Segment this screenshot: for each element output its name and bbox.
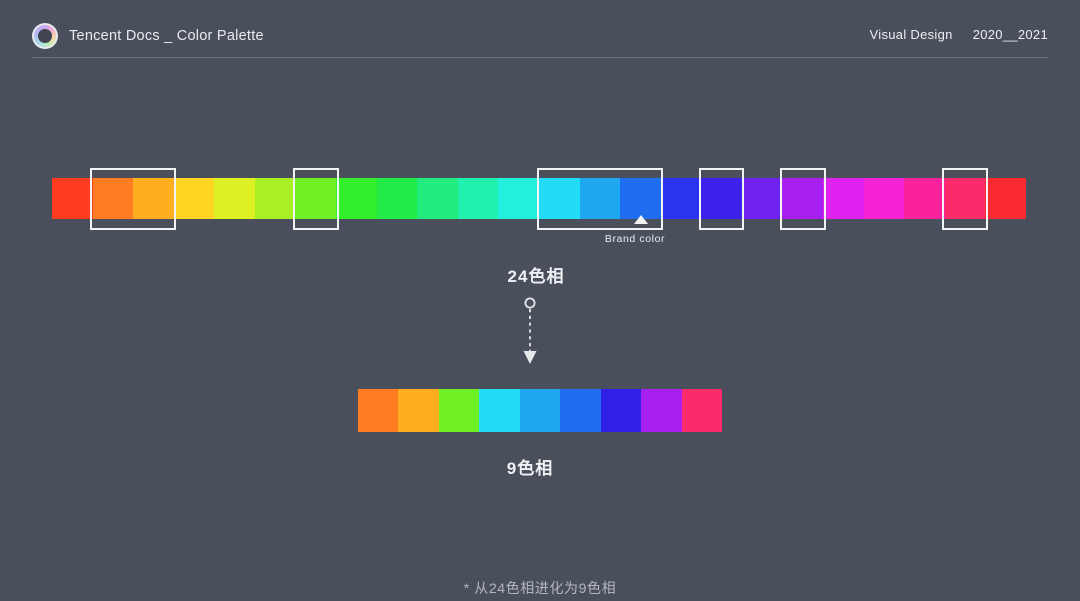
swatch-24-14[interactable] bbox=[620, 178, 661, 219]
brand-color-label: Brand color bbox=[604, 233, 666, 245]
swatch-24-12[interactable] bbox=[538, 178, 580, 219]
slide-canvas: Tencent Docs _ Color Palette Visual Desi… bbox=[0, 0, 1080, 601]
swatch-9-7[interactable] bbox=[641, 389, 682, 432]
swatch-24-7[interactable] bbox=[336, 178, 377, 219]
color-wheel-icon bbox=[32, 23, 58, 49]
swatch-24-11[interactable] bbox=[498, 178, 539, 219]
swatch-9-5[interactable] bbox=[560, 389, 601, 432]
header-meta: Visual Design 2020__2021 bbox=[870, 27, 1048, 42]
footnote-text: * 从24色相进化为9色相 bbox=[463, 580, 617, 596]
swatch-9-2[interactable] bbox=[438, 389, 480, 432]
swatch-24-13[interactable] bbox=[579, 178, 621, 219]
swatch-24-19[interactable] bbox=[822, 178, 864, 219]
department-label: Visual Design bbox=[869, 27, 953, 42]
swatch-24-16[interactable] bbox=[701, 178, 742, 219]
palette-24-bar bbox=[52, 178, 1026, 219]
swatch-24-20[interactable] bbox=[863, 178, 905, 219]
swatch-24-10[interactable] bbox=[457, 178, 499, 219]
slide-header: Tencent Docs _ Color Palette Visual Desi… bbox=[0, 0, 1080, 62]
palette-24-caption: 24色相 bbox=[507, 267, 565, 286]
swatch-24-21[interactable] bbox=[904, 178, 945, 219]
swatch-9-3[interactable] bbox=[479, 389, 520, 432]
swatch-9-8[interactable] bbox=[681, 389, 722, 432]
swatch-9-1[interactable] bbox=[398, 389, 439, 432]
swatch-24-15[interactable] bbox=[660, 178, 702, 219]
palette-9-caption: 9色相 bbox=[506, 459, 554, 478]
swatch-9-0[interactable] bbox=[358, 389, 399, 432]
swatch-9-6[interactable] bbox=[600, 389, 642, 432]
header-divider bbox=[32, 57, 1048, 58]
swatch-24-4[interactable] bbox=[214, 178, 255, 219]
swatch-24-0[interactable] bbox=[52, 178, 93, 219]
brand-block: Tencent Docs _ Color Palette bbox=[32, 23, 264, 49]
swatch-24-18[interactable] bbox=[782, 178, 823, 219]
swatch-24-8[interactable] bbox=[376, 178, 418, 219]
swatch-24-22[interactable] bbox=[944, 178, 986, 219]
swatch-24-9[interactable] bbox=[417, 178, 458, 219]
page-title: Tencent Docs _ Color Palette bbox=[69, 28, 264, 44]
brand-color-pointer-icon bbox=[634, 215, 648, 224]
dashed-arrow-down-icon bbox=[523, 297, 537, 364]
swatch-9-4[interactable] bbox=[519, 389, 561, 432]
swatch-24-23[interactable] bbox=[985, 178, 1026, 219]
swatch-24-6[interactable] bbox=[295, 178, 337, 219]
swatch-24-3[interactable] bbox=[173, 178, 215, 219]
swatch-24-5[interactable] bbox=[254, 178, 296, 219]
swatch-24-2[interactable] bbox=[133, 178, 174, 219]
palette-9-bar bbox=[358, 389, 722, 432]
swatch-24-17[interactable] bbox=[741, 178, 783, 219]
year-range-label: 2020__2021 bbox=[972, 27, 1048, 42]
swatch-24-1[interactable] bbox=[92, 178, 134, 219]
